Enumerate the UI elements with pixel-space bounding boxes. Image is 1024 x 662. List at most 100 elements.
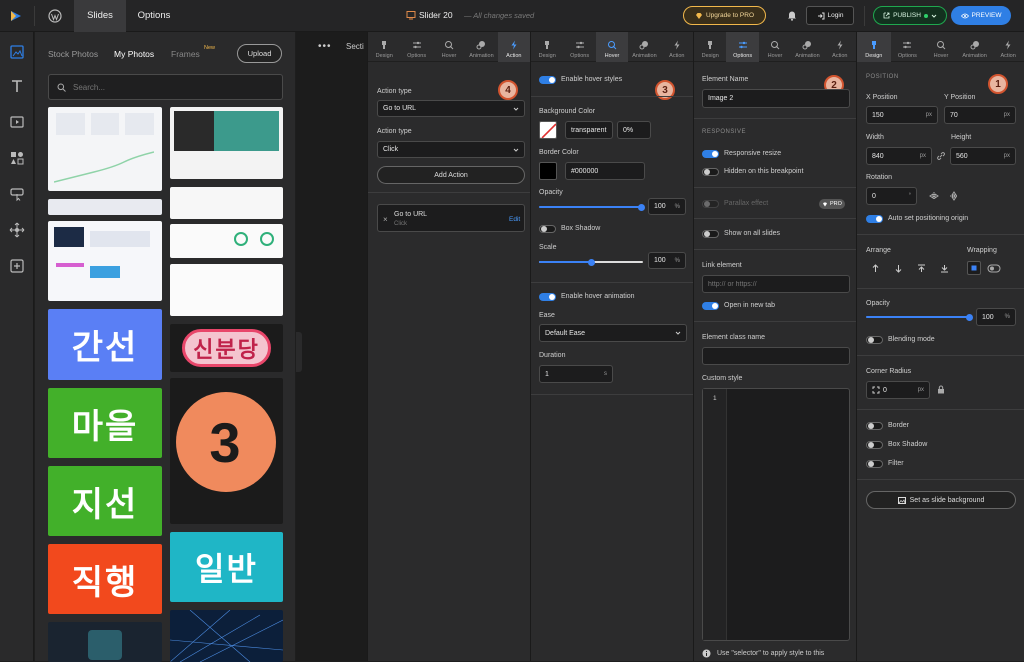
app-logo-icon[interactable]	[9, 9, 23, 23]
tab-design[interactable]: Design	[694, 32, 726, 62]
photo-thumbnail[interactable]	[170, 187, 283, 219]
photo-thumbnail[interactable]	[170, 264, 283, 316]
search-input[interactable]	[73, 80, 273, 95]
custom-style-editor[interactable]: 1	[702, 388, 850, 641]
add-element-icon[interactable]	[9, 258, 25, 274]
tab-hover[interactable]: Hover	[433, 32, 465, 62]
publish-button[interactable]: PUBLISH	[873, 6, 947, 25]
search-box[interactable]	[48, 74, 283, 100]
action-type-select[interactable]: Go to URL	[377, 100, 525, 117]
slider-knob[interactable]	[587, 258, 595, 266]
edit-link[interactable]: Edit	[509, 216, 520, 223]
photo-thumbnail[interactable]: 마을	[48, 388, 162, 458]
ease-select[interactable]: Default Ease	[539, 324, 687, 342]
more-icon[interactable]: •••	[318, 41, 332, 52]
tab-options[interactable]: Options	[891, 32, 925, 62]
responsive-resize-toggle[interactable]	[702, 150, 719, 158]
photo-thumbnail[interactable]: 일반	[170, 532, 283, 602]
bg-opacity-input[interactable]: 0%	[617, 121, 651, 139]
tab-design[interactable]: Design	[368, 32, 400, 62]
tab-action[interactable]: Action	[824, 32, 856, 62]
login-button[interactable]: Login	[806, 6, 854, 25]
tab-stock-photos[interactable]: Stock Photos	[48, 49, 98, 59]
opacity-slider[interactable]	[539, 203, 645, 211]
canvas-area[interactable]: ••• Secti	[296, 32, 367, 661]
box-shadow-toggle[interactable]	[539, 225, 556, 233]
photo-thumbnail[interactable]	[170, 610, 283, 662]
link-input[interactable]	[702, 275, 850, 293]
box-shadow-toggle[interactable]	[866, 441, 883, 449]
opacity-input[interactable]: 100%	[648, 198, 686, 215]
tab-slides[interactable]: Slides	[74, 0, 126, 32]
photo-thumbnail[interactable]: 지선	[48, 466, 162, 536]
tab-options[interactable]: Options	[563, 32, 595, 62]
border-color-swatch[interactable]	[539, 162, 557, 180]
scale-slider[interactable]	[539, 258, 643, 266]
upgrade-button[interactable]: Upgrade to PRO	[683, 6, 766, 25]
photo-thumbnail[interactable]: 직행	[48, 544, 162, 614]
show-all-slides-toggle[interactable]	[702, 230, 719, 238]
shapes-icon[interactable]	[9, 150, 25, 166]
filter-toggle[interactable]	[866, 460, 883, 468]
tab-animation[interactable]: Animation	[465, 32, 497, 62]
tab-hover[interactable]: Hover	[595, 32, 629, 62]
photo-thumbnail[interactable]: 3	[170, 378, 283, 524]
tab-action[interactable]: Action	[991, 32, 1024, 62]
tab-animation[interactable]: Animation	[628, 32, 660, 62]
scale-input[interactable]: 100%	[648, 252, 686, 269]
auto-origin-toggle[interactable]	[866, 215, 883, 223]
element-name-input[interactable]: Image 2	[702, 89, 850, 108]
border-toggle[interactable]	[866, 422, 883, 430]
tab-options[interactable]: Options	[130, 0, 178, 32]
border-color-input[interactable]: #000000	[565, 162, 645, 180]
tab-action[interactable]: Action	[661, 32, 693, 62]
lock-icon[interactable]	[937, 385, 945, 394]
bg-color-input[interactable]: transparent	[565, 121, 613, 139]
width-input[interactable]: 840 px	[866, 147, 932, 165]
opacity-input[interactable]: 100%	[976, 308, 1016, 326]
photo-thumbnail[interactable]	[170, 107, 283, 179]
y-position-input[interactable]: 70 px	[944, 106, 1016, 124]
wordpress-icon[interactable]	[48, 9, 62, 23]
preview-button[interactable]: PREVIEW	[951, 6, 1011, 25]
tab-hover[interactable]: Hover	[759, 32, 791, 62]
photo-thumbnail[interactable]	[48, 221, 162, 301]
link-ratio-icon[interactable]	[936, 151, 946, 161]
move-icon[interactable]	[9, 222, 25, 238]
photo-thumbnail[interactable]	[48, 107, 162, 191]
collapse-handle[interactable]	[296, 332, 302, 372]
corner-radius-input[interactable]: 0 px	[866, 381, 930, 399]
rotation-input[interactable]: 0 °	[866, 187, 917, 205]
action-item[interactable]: × Go to URL Click Edit	[377, 204, 525, 232]
class-name-input[interactable]	[702, 347, 850, 365]
enable-hover-styles-toggle[interactable]	[539, 76, 556, 84]
x-position-input[interactable]: 150 px	[866, 106, 938, 124]
upload-button[interactable]: Upload	[237, 44, 282, 63]
text-icon[interactable]	[9, 78, 25, 94]
tab-design[interactable]: Design	[531, 32, 563, 62]
tab-animation[interactable]: Animation	[791, 32, 823, 62]
tab-options[interactable]: Options	[400, 32, 432, 62]
video-icon[interactable]	[9, 114, 25, 130]
duration-input[interactable]: 1s	[539, 365, 613, 383]
bell-icon[interactable]	[786, 9, 798, 21]
photo-thumbnail[interactable]	[48, 199, 162, 215]
parallax-toggle[interactable]	[702, 200, 719, 208]
tab-hover[interactable]: Hover	[924, 32, 958, 62]
wrap-toggle-icon[interactable]	[987, 264, 1001, 273]
photo-thumbnail[interactable]: 간선	[48, 309, 162, 380]
bring-forward-icon[interactable]	[871, 264, 880, 273]
send-backward-icon[interactable]	[894, 264, 903, 273]
hidden-breakpoint-toggle[interactable]	[702, 168, 719, 176]
flip-vertical-icon[interactable]	[949, 191, 959, 201]
blending-toggle[interactable]	[866, 336, 883, 344]
photo-thumbnail[interactable]: 신분당	[170, 324, 283, 372]
tab-design[interactable]: Design	[857, 32, 891, 62]
send-to-back-icon[interactable]	[940, 264, 949, 273]
enable-hover-animation-toggle[interactable]	[539, 293, 556, 301]
tab-animation[interactable]: Animation	[958, 32, 992, 62]
tab-frames[interactable]: Frames	[171, 49, 200, 59]
trigger-type-select[interactable]: Click	[377, 141, 525, 158]
bg-color-swatch[interactable]	[539, 121, 557, 139]
add-action-button[interactable]: Add Action	[377, 166, 525, 184]
